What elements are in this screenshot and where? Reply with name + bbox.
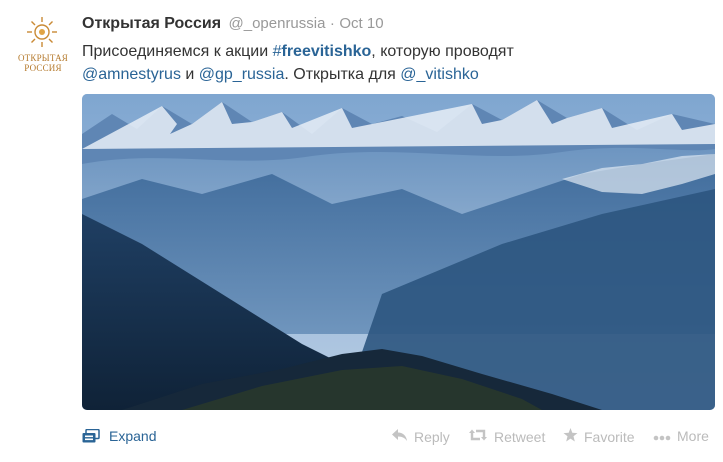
reply-button[interactable]: Reply xyxy=(392,428,450,445)
retweet-button[interactable]: Retweet xyxy=(468,428,545,445)
hashtag-link[interactable]: #freevitishko xyxy=(273,43,372,60)
retweet-icon xyxy=(468,428,488,445)
favorite-label: Favorite xyxy=(584,428,635,445)
favorite-icon xyxy=(563,428,578,445)
more-button[interactable]: More xyxy=(653,428,709,444)
expand-label: Expand xyxy=(109,428,157,444)
logo-wordmark: ОТКРЫТАЯ РОССИЯ xyxy=(17,53,68,73)
fullname[interactable]: Открытая Россия xyxy=(82,15,221,32)
expand-button[interactable]: Expand xyxy=(82,428,156,444)
avatar[interactable]: ОТКРЫТАЯ РОССИЯ xyxy=(17,15,68,85)
logo-sun-icon xyxy=(27,17,57,47)
tweet-header: Открытая Россия @_openrussia · Oct 10 xyxy=(82,15,384,33)
mention-link-amnestyrus[interactable]: @amnestyrus xyxy=(82,66,181,83)
username[interactable]: @_openrussia xyxy=(229,15,326,32)
expand-icon xyxy=(82,428,100,443)
tweet-text: Присоединяемся к акции #freevitishko, ко… xyxy=(82,43,514,83)
more-label: More xyxy=(677,428,709,444)
retweet-label: Retweet xyxy=(494,428,546,445)
favorite-button[interactable]: Favorite xyxy=(563,428,635,445)
reply-label: Reply xyxy=(414,428,450,445)
more-icon xyxy=(653,428,671,444)
tweet-actions: Expand Reply Retweet Favorite More xyxy=(82,428,717,448)
reply-icon xyxy=(392,428,408,445)
tweet-photo[interactable] xyxy=(82,94,715,410)
timestamp[interactable]: Oct 10 xyxy=(339,15,383,32)
mention-link-gp-russia[interactable]: @gp_russia xyxy=(199,66,285,83)
mountain-landscape-image xyxy=(82,94,715,410)
separator: · xyxy=(329,15,335,32)
tweet: ОТКРЫТАЯ РОССИЯ Открытая Россия @_openru… xyxy=(0,0,723,462)
mention-link-vitishko[interactable]: @_vitishko xyxy=(400,66,479,83)
